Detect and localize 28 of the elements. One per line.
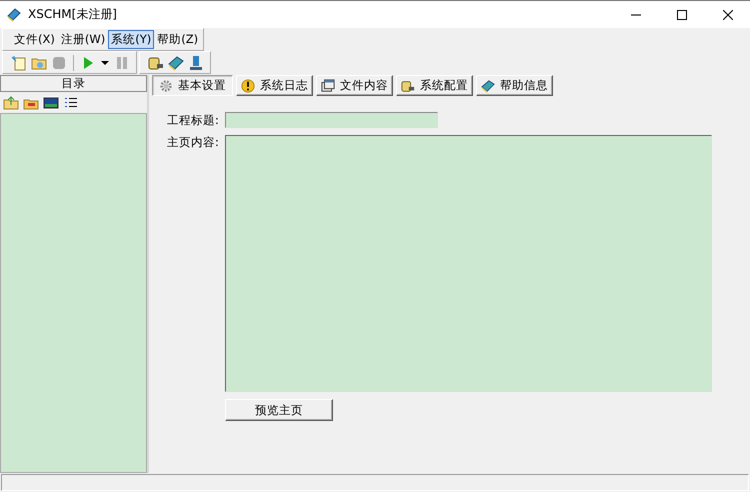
tab[interactable]: 文件内容 (316, 75, 393, 96)
menu-item[interactable]: 注册(W) (58, 30, 108, 49)
image-icon[interactable] (43, 94, 59, 110)
maximize-icon[interactable] (677, 10, 687, 20)
close-icon[interactable] (723, 10, 733, 20)
tab[interactable]: 系统日志 (236, 75, 313, 96)
tab[interactable]: 帮助信息 (476, 75, 553, 96)
database-icon[interactable] (148, 54, 164, 70)
book-icon (481, 78, 495, 92)
field-label: 工程标题: (167, 112, 220, 128)
warning-icon (241, 78, 255, 92)
book-icon[interactable] (168, 54, 184, 70)
preview-button[interactable]: 预览主页 (225, 399, 333, 421)
menu-item[interactable]: 帮助(Z) (154, 30, 202, 49)
new-file-icon[interactable] (11, 54, 27, 70)
sidebar-header: 目录 (0, 75, 147, 92)
window-icon (321, 78, 335, 92)
tab[interactable]: 系统配置 (396, 75, 473, 96)
folder-up-icon[interactable] (3, 94, 19, 110)
window-title: XSCHM[未注册] (28, 6, 117, 23)
title-input[interactable] (225, 112, 438, 128)
tab[interactable]: 基本设置 (152, 75, 233, 96)
field-label: 主页内容: (167, 135, 220, 150)
book-icon (6, 6, 22, 22)
menu-item[interactable]: 系统(Y) (108, 30, 154, 49)
gear-icon (159, 78, 173, 92)
menu-item[interactable]: 文件(X) (11, 30, 58, 49)
database-icon (401, 78, 415, 92)
